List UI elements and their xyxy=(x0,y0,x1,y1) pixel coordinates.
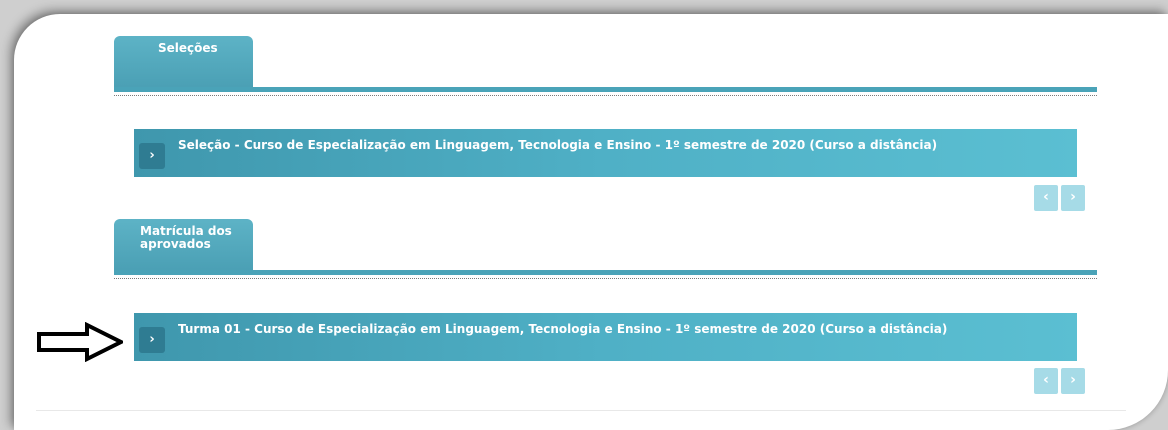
screenshot-frame: Seleções › Seleção - Curso de Especializ… xyxy=(0,0,1168,430)
tab-label: Matrícula dos aprovados xyxy=(140,224,232,251)
tab-selecoes[interactable]: Seleções xyxy=(114,36,253,89)
prev-page-button[interactable]: ‹ xyxy=(1034,368,1058,394)
expand-chevron-icon[interactable]: › xyxy=(139,143,165,169)
list-item-label[interactable]: Seleção - Curso de Especialização em Lin… xyxy=(178,138,937,152)
dotted-divider xyxy=(114,278,1097,279)
pager: ‹ › xyxy=(1034,368,1088,394)
list-item-turma-01[interactable]: › Turma 01 - Curso de Especialização em … xyxy=(134,313,1077,361)
tab-label: Seleções xyxy=(158,41,218,55)
dotted-divider xyxy=(114,95,1097,96)
expand-chevron-icon[interactable]: › xyxy=(139,327,165,353)
prev-page-button[interactable]: ‹ xyxy=(1034,185,1058,211)
next-page-button[interactable]: › xyxy=(1061,368,1085,394)
tab-matricula-dos-aprovados[interactable]: Matrícula dos aprovados xyxy=(114,219,253,272)
tab-underline xyxy=(114,270,1097,275)
tab-underline xyxy=(114,87,1097,92)
next-page-button[interactable]: › xyxy=(1061,185,1085,211)
bottom-divider xyxy=(36,410,1126,411)
pager: ‹ › xyxy=(1034,185,1088,211)
list-item-selecao[interactable]: › Seleção - Curso de Especialização em L… xyxy=(134,129,1077,177)
list-item-label[interactable]: Turma 01 - Curso de Especialização em Li… xyxy=(178,322,947,336)
right-arrow-icon xyxy=(37,322,123,362)
